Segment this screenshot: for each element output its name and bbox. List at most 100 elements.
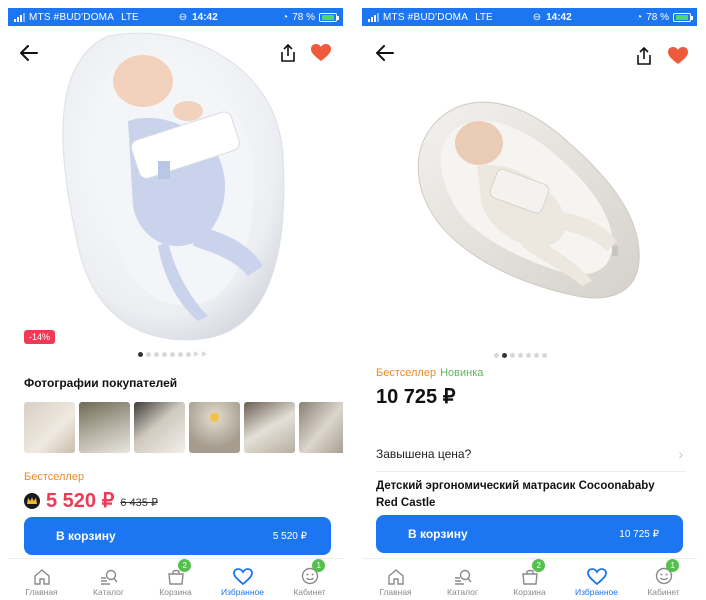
new-label: Новинка bbox=[440, 367, 484, 379]
network-type: LTE bbox=[121, 11, 139, 23]
rotation-lock-icon: ◔ bbox=[282, 11, 289, 23]
badges-row: Бестселлер Новинка bbox=[376, 367, 483, 379]
bestseller-label: Бестселлер bbox=[24, 471, 85, 483]
heart-outline-icon bbox=[586, 568, 607, 585]
customer-photo-thumb[interactable] bbox=[244, 402, 295, 453]
product-photo bbox=[62, 32, 285, 341]
cart-count-badge: 2 bbox=[178, 559, 192, 572]
catalog-search-icon bbox=[454, 569, 472, 585]
bottom-tab-bar: Главная Каталог 2 Корзина Избранное 1 Ка… bbox=[8, 558, 343, 600]
account-notification-badge: 1 bbox=[312, 559, 326, 572]
battery-icon bbox=[319, 12, 339, 22]
tab-catalog-label: Каталог bbox=[93, 587, 124, 597]
tab-home[interactable]: Главная bbox=[8, 559, 75, 600]
customer-photos-title: Фотографии покупателей bbox=[24, 376, 178, 390]
tab-favorites[interactable]: Избранное bbox=[563, 559, 630, 600]
crown-icon bbox=[24, 492, 40, 509]
tab-cart[interactable]: 2 Корзина bbox=[142, 559, 209, 600]
account-notification-badge: 1 bbox=[666, 559, 680, 572]
heart-icon bbox=[311, 44, 331, 61]
customer-photo-thumb[interactable] bbox=[189, 402, 240, 453]
share-icon bbox=[637, 47, 651, 65]
carrier-name: MTS #BUD'DOMA bbox=[29, 11, 115, 23]
price-row: 5 520 ₽ 6 435 ₽ bbox=[24, 488, 158, 513]
favorite-button[interactable] bbox=[665, 43, 691, 69]
price-complaint-link[interactable]: Завышена цена? › bbox=[376, 446, 683, 462]
status-bar: MTS #BUD'DOMA LTE ⊖ 14:42 ◔ 78 % bbox=[8, 8, 343, 26]
product-image-gallery[interactable] bbox=[362, 26, 697, 350]
tab-account-label: Кабинет bbox=[647, 587, 680, 597]
tab-home-label: Главная bbox=[379, 587, 412, 597]
product-image-gallery[interactable] bbox=[8, 26, 343, 350]
home-icon bbox=[33, 569, 50, 585]
product-screen-left: MTS #BUD'DOMA LTE ⊖ 14:42 ◔ 78 % -14% Фо… bbox=[8, 8, 343, 600]
back-button[interactable] bbox=[16, 40, 42, 66]
add-to-cart-label: В корзину bbox=[56, 529, 116, 543]
product-title: Детский эргономический матрасик Cocoonab… bbox=[376, 480, 655, 509]
tab-home[interactable]: Главная bbox=[362, 559, 429, 600]
customer-photo-thumb[interactable] bbox=[299, 402, 343, 453]
gallery-pagination bbox=[494, 353, 547, 358]
divider bbox=[376, 471, 686, 472]
current-price: 5 520 ₽ bbox=[46, 490, 115, 512]
signal-icon bbox=[14, 12, 25, 22]
cart-count-badge: 2 bbox=[532, 559, 546, 572]
tab-favorites-label: Избранное bbox=[574, 587, 619, 597]
battery-percent: 78 % bbox=[292, 11, 315, 23]
link-icon: ⊖ bbox=[532, 11, 542, 23]
share-icon bbox=[281, 44, 295, 62]
heart-outline-icon bbox=[232, 568, 253, 585]
bottom-tab-bar: Главная Каталог 2 Корзина Избранное 1 Ка… bbox=[362, 558, 697, 600]
price-row: 10 725 ₽ bbox=[376, 384, 455, 409]
rotation-lock-icon: ◔ bbox=[636, 11, 643, 23]
tab-catalog[interactable]: Каталог bbox=[429, 559, 496, 600]
current-price: 10 725 ₽ bbox=[376, 386, 456, 408]
tab-cart-label: Корзина bbox=[159, 587, 192, 597]
tab-catalog[interactable]: Каталог bbox=[75, 559, 142, 600]
customer-photo-thumb[interactable] bbox=[24, 402, 75, 453]
network-type: LTE bbox=[475, 11, 493, 23]
battery-icon bbox=[673, 12, 693, 22]
tab-cart-label: Корзина bbox=[513, 587, 546, 597]
chevron-right-icon: › bbox=[678, 446, 683, 462]
catalog-search-icon bbox=[100, 569, 118, 585]
heart-icon bbox=[668, 47, 688, 64]
tab-account[interactable]: 1 Кабинет bbox=[630, 559, 697, 600]
old-price: 6 435 ₽ bbox=[120, 497, 158, 509]
back-button[interactable] bbox=[372, 40, 398, 66]
tab-favorites-label: Избранное bbox=[220, 587, 265, 597]
back-arrow-icon bbox=[376, 45, 394, 61]
signal-icon bbox=[368, 12, 379, 22]
add-to-cart-price: 5 520 ₽ bbox=[272, 530, 307, 542]
gallery-pagination bbox=[138, 351, 207, 357]
add-to-cart-label: В корзину bbox=[408, 527, 468, 541]
back-arrow-icon bbox=[20, 45, 38, 61]
product-photo bbox=[417, 101, 640, 299]
status-bar: MTS #BUD'DOMA LTE ⊖ 14:42 ◔ 78 % bbox=[362, 8, 697, 26]
home-icon bbox=[387, 569, 404, 585]
tab-account-label: Кабинет bbox=[293, 587, 326, 597]
tab-favorites[interactable]: Избранное bbox=[209, 559, 276, 600]
customer-photos-strip[interactable] bbox=[24, 402, 343, 453]
tab-home-label: Главная bbox=[25, 587, 58, 597]
tab-account[interactable]: 1 Кабинет bbox=[276, 559, 343, 600]
carrier-name: MTS #BUD'DOMA bbox=[383, 11, 469, 23]
favorite-button[interactable] bbox=[308, 40, 334, 66]
add-to-cart-price: 10 725 ₽ bbox=[619, 528, 659, 540]
customer-photo-thumb[interactable] bbox=[79, 402, 130, 453]
customer-photo-thumb[interactable] bbox=[134, 402, 185, 453]
add-to-cart-button[interactable]: В корзину 5 520 ₽ bbox=[24, 517, 331, 555]
battery-percent: 78 % bbox=[646, 11, 669, 23]
tab-catalog-label: Каталог bbox=[447, 587, 478, 597]
price-complaint-label: Завышена цена? bbox=[376, 447, 472, 461]
clock: 14:42 bbox=[192, 11, 218, 23]
share-button[interactable] bbox=[631, 43, 657, 69]
bestseller-label: Бестселлер bbox=[376, 367, 437, 379]
discount-badge: -14% bbox=[24, 330, 56, 344]
share-button[interactable] bbox=[275, 40, 301, 66]
clock: 14:42 bbox=[546, 11, 572, 23]
product-screen-right: MTS #BUD'DOMA LTE ⊖ 14:42 ◔ 78 % Бестсел… bbox=[362, 8, 697, 600]
tab-cart[interactable]: 2 Корзина bbox=[496, 559, 563, 600]
add-to-cart-button[interactable]: В корзину 10 725 ₽ bbox=[376, 515, 683, 553]
link-icon: ⊖ bbox=[178, 11, 188, 23]
